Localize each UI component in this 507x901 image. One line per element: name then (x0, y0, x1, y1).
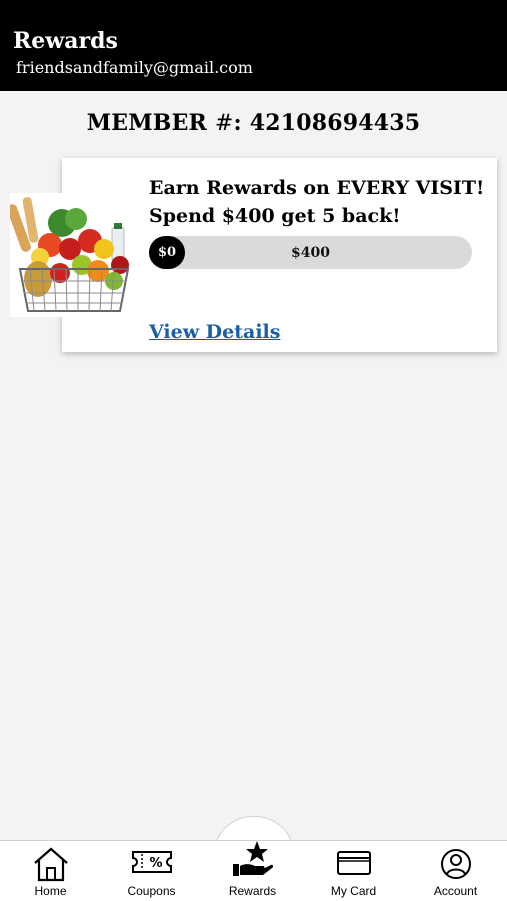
page-title: Rewards (13, 28, 118, 54)
member-hash: # (214, 111, 234, 136)
app-header: Rewards friendsandfamily@gmail.com (0, 0, 507, 91)
account-icon (440, 848, 472, 884)
rewards-hand-star-icon (231, 840, 275, 884)
svg-text:%: % (149, 856, 162, 871)
reward-description: Earn Rewards on EVERY VISIT! Spend $400 … (149, 174, 489, 230)
progress-current-label: $0 (149, 236, 185, 269)
tab-account-label: Account (433, 884, 478, 898)
reward-line-1: Earn Rewards on EVERY VISIT! (149, 177, 485, 199)
member-number: MEMBER #: 42108694435 (0, 110, 507, 136)
tab-home-label: Home (34, 884, 67, 898)
user-email: friendsandfamily@gmail.com (16, 58, 253, 77)
member-label: MEMBER (86, 110, 208, 136)
card-icon (336, 850, 372, 880)
grocery-basket-image (10, 193, 138, 317)
view-details-link[interactable]: View Details (149, 321, 280, 343)
tab-rewards-label: Rewards (228, 884, 277, 898)
tab-account[interactable]: Account (404, 840, 507, 900)
tab-rewards[interactable]: Rewards (202, 840, 303, 900)
tab-my-card-label: My Card (330, 884, 377, 898)
reward-line-2: Spend $400 get 5 back! (149, 205, 401, 227)
tab-home[interactable]: Home (0, 840, 101, 900)
tab-coupons[interactable]: % Coupons (101, 840, 202, 900)
progress-goal-label: $400 (291, 244, 330, 261)
reward-progress-bar: $400 $0 (149, 236, 472, 269)
tab-my-card[interactable]: My Card (303, 840, 404, 900)
member-number-value: : 42108694435 (233, 110, 421, 136)
tab-coupons-label: Coupons (127, 884, 176, 898)
coupon-icon: % (131, 850, 173, 878)
home-icon (32, 846, 70, 886)
